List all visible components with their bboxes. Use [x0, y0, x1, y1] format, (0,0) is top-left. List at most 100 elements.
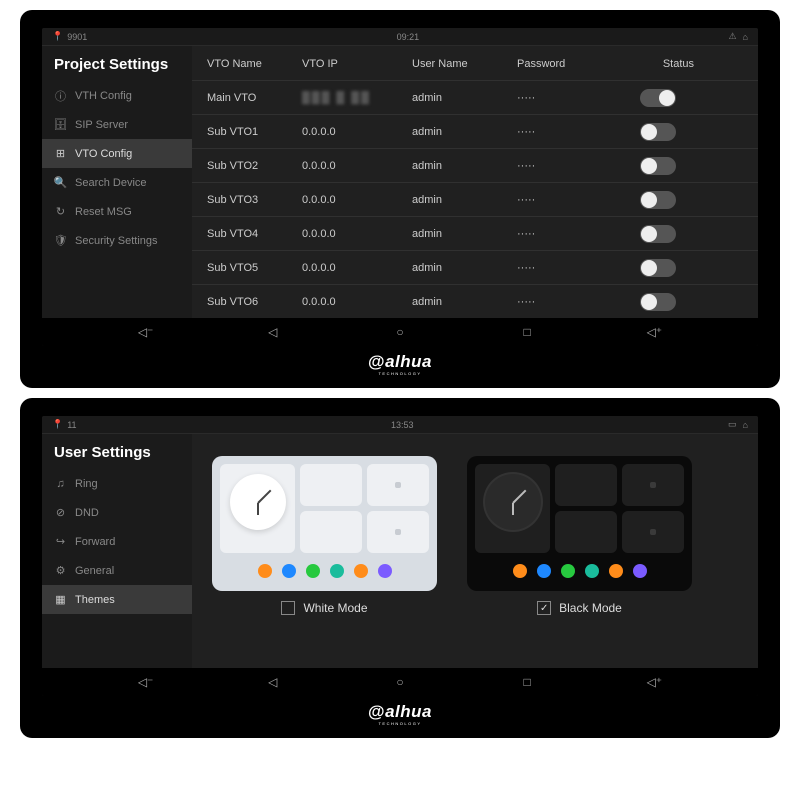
sidebar-item-label: Reset MSG	[75, 206, 132, 218]
cell-name: Main VTO	[192, 92, 302, 104]
dock-app-icon	[258, 564, 272, 578]
sidebar-item-label: Ring	[75, 478, 98, 490]
status-toggle[interactable]	[640, 259, 676, 277]
status-toggle[interactable]	[640, 157, 676, 175]
dock-app-icon	[585, 564, 599, 578]
nav-vol-down-icon[interactable]: ◁⁻	[136, 325, 156, 339]
sidebar-icon: ⊞	[54, 147, 67, 160]
sidebar-title: User Settings	[42, 434, 192, 469]
main: Project Settings ⓘ VTH Config🗄 SIP Serve…	[42, 46, 758, 318]
sidebar-item-reset-msg[interactable]: ↻ Reset MSG	[42, 197, 192, 226]
dock-app-icon	[561, 564, 575, 578]
brand-subtext: TECHNOLOGY	[42, 371, 758, 376]
status-bar: 📍 11 13:53 ▭ ⌂	[42, 416, 758, 434]
th-name: VTO Name	[192, 58, 302, 70]
nav-back-icon[interactable]: ◁	[263, 325, 283, 339]
theme-black-label[interactable]: Black Mode	[537, 601, 622, 615]
cell-status	[617, 123, 712, 141]
home-icon[interactable]: ⌂	[743, 420, 748, 430]
dock	[220, 559, 429, 583]
screen: 📍 11 13:53 ▭ ⌂ User Settings ♫ Ring⊘ DND…	[42, 416, 758, 696]
nav-vol-up-icon[interactable]: ◁⁺	[644, 675, 664, 689]
sidebar-icon: 🗄	[54, 118, 67, 131]
cell-ip: 0.0.0.0	[302, 194, 412, 206]
cell-user: admin	[412, 296, 517, 308]
sidebar-item-themes[interactable]: ▦ Themes	[42, 585, 192, 614]
sidebar-item-label: VTO Config	[75, 148, 132, 160]
sidebar-item-forward[interactable]: ↪ Forward	[42, 527, 192, 556]
device-user-settings: 📍 11 13:53 ▭ ⌂ User Settings ♫ Ring⊘ DND…	[20, 398, 780, 738]
home-icon[interactable]: ⌂	[743, 32, 748, 42]
status-toggle[interactable]	[640, 225, 676, 243]
main: User Settings ♫ Ring⊘ DND↪ Forward⚙ Gene…	[42, 434, 758, 668]
theme-black[interactable]: Black Mode	[467, 456, 692, 615]
sidebar-item-general[interactable]: ⚙ General	[42, 556, 192, 585]
nav-vol-up-icon[interactable]: ◁⁺	[644, 325, 664, 339]
nav-home-icon[interactable]: ○	[390, 325, 410, 339]
cell-ip: 0.0.0.0	[302, 228, 412, 240]
sidebar-icon: 🛡	[54, 234, 67, 247]
themes-area: White Mode	[192, 434, 758, 645]
checkbox-black[interactable]	[537, 601, 551, 615]
status-left: 📍 9901	[52, 31, 87, 42]
status-toggle[interactable]	[640, 89, 676, 107]
cell-pass: ·····	[517, 126, 617, 138]
table-header: VTO Name VTO IP User Name Password Statu…	[192, 46, 758, 80]
nav-home-icon[interactable]: ○	[390, 675, 410, 689]
sidebar-item-ring[interactable]: ♫ Ring	[42, 469, 192, 498]
cell-user: admin	[412, 228, 517, 240]
sidebar-item-dnd[interactable]: ⊘ DND	[42, 498, 192, 527]
status-bar: 📍 9901 09:21 ⚠ ⌂	[42, 28, 758, 46]
checkbox-white[interactable]	[281, 601, 295, 615]
cell-ip: ███ █ ██	[302, 92, 412, 104]
sidebar-icon: ⚙	[54, 564, 67, 577]
cell-pass: ·····	[517, 296, 617, 308]
nav-back-icon[interactable]: ◁	[263, 675, 283, 689]
nav-recent-icon[interactable]: □	[517, 325, 537, 339]
theme-white-label[interactable]: White Mode	[281, 601, 367, 615]
brand-subtext: TECHNOLOGY	[42, 721, 758, 726]
sidebar-icon: ♫	[54, 477, 67, 490]
device-project-settings: 📍 9901 09:21 ⚠ ⌂ Project Settings ⓘ VTH …	[20, 10, 780, 388]
sidebar-item-vth-config[interactable]: ⓘ VTH Config	[42, 81, 192, 110]
cell-user: admin	[412, 92, 517, 104]
location-id: 11	[67, 420, 76, 430]
th-ip: VTO IP	[302, 58, 412, 70]
status-toggle[interactable]	[640, 293, 676, 311]
sidebar-item-label: Security Settings	[75, 235, 158, 247]
cell-user: admin	[412, 160, 517, 172]
th-status: Status	[617, 58, 712, 70]
dock-app-icon	[378, 564, 392, 578]
android-navbar: ◁⁻ ◁ ○ □ ◁⁺	[42, 668, 758, 696]
android-navbar: ◁⁻ ◁ ○ □ ◁⁺	[42, 318, 758, 346]
sidebar-item-security-settings[interactable]: 🛡 Security Settings	[42, 226, 192, 255]
table-row: Sub VTO5 0.0.0.0 admin ·····	[192, 250, 758, 284]
nav-vol-down-icon[interactable]: ◁⁻	[136, 675, 156, 689]
sidebar-item-label: General	[75, 565, 114, 577]
sidebar-item-vto-config[interactable]: ⊞ VTO Config	[42, 139, 192, 168]
theme-white-text: White Mode	[303, 601, 367, 615]
table-row: Sub VTO3 0.0.0.0 admin ·····	[192, 182, 758, 216]
dock-app-icon	[537, 564, 551, 578]
sidebar-item-search-device[interactable]: 🔍 Search Device	[42, 168, 192, 197]
theme-white[interactable]: White Mode	[212, 456, 437, 615]
status-toggle[interactable]	[640, 191, 676, 209]
th-pass: Password	[517, 58, 617, 70]
sidebar-icon: ↪	[54, 535, 67, 548]
sidebar-title: Project Settings	[42, 46, 192, 81]
dock-app-icon	[513, 564, 527, 578]
status-toggle[interactable]	[640, 123, 676, 141]
dock-app-icon	[354, 564, 368, 578]
sidebar-icon: 🔍	[54, 176, 67, 189]
table-row: Sub VTO2 0.0.0.0 admin ·····	[192, 148, 758, 182]
theme-preview-black	[467, 456, 692, 591]
cell-ip: 0.0.0.0	[302, 262, 412, 274]
dock-app-icon	[306, 564, 320, 578]
sidebar-item-label: Themes	[75, 594, 115, 606]
status-right: ⚠ ⌂	[728, 31, 748, 42]
table-row: Sub VTO1 0.0.0.0 admin ·····	[192, 114, 758, 148]
sidebar-item-sip-server[interactable]: 🗄 SIP Server	[42, 110, 192, 139]
clock-icon	[485, 474, 541, 530]
location-pin-icon: 📍	[52, 31, 63, 42]
nav-recent-icon[interactable]: □	[517, 675, 537, 689]
